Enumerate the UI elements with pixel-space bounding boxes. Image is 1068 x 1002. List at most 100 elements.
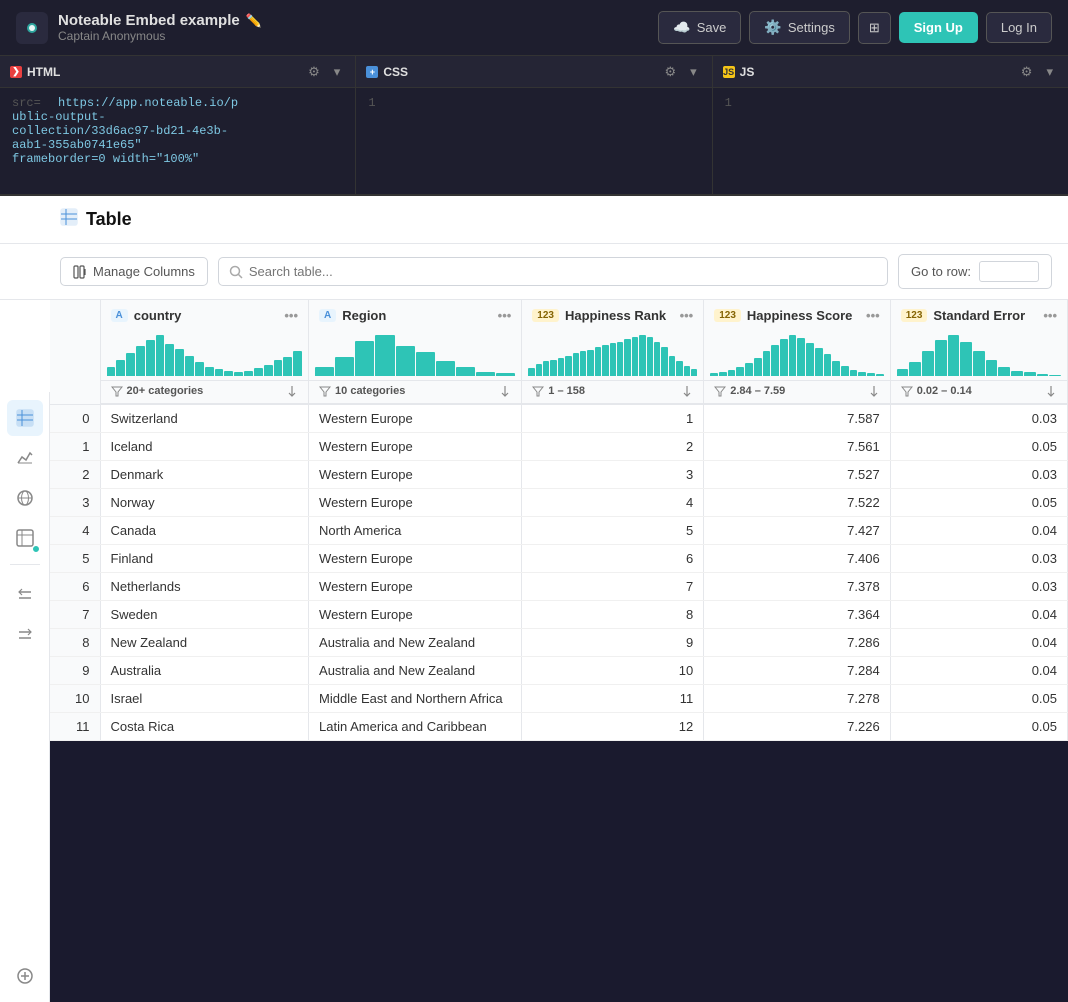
row-country: Switzerland	[100, 405, 309, 433]
rank-type-badge: 123	[532, 309, 559, 322]
sidebar-item-chart[interactable]	[7, 440, 43, 476]
row-region: Latin America and Caribbean	[309, 713, 522, 741]
sidebar-item-globe[interactable]	[7, 480, 43, 516]
collapse-all-button[interactable]	[7, 617, 43, 653]
sidebar-item-data[interactable]	[7, 520, 43, 556]
row-stderr: 0.04	[890, 629, 1067, 657]
search-icon	[229, 265, 243, 279]
row-index: 7	[50, 601, 100, 629]
editor-area: ❯ HTML ⚙ ▾ src= https://app.noteable.io/…	[0, 56, 1068, 196]
table-row[interactable]: 4 Canada North America 5 7.427 0.04	[50, 517, 1068, 545]
row-country: Costa Rica	[100, 713, 309, 741]
table-row[interactable]: 11 Costa Rica Latin America and Caribbea…	[50, 713, 1068, 741]
country-column-header: A country ••• 20+ categories	[100, 300, 309, 405]
sort-icon[interactable]	[286, 385, 298, 397]
region-type-badge: A	[319, 309, 336, 322]
signup-button[interactable]: Sign Up	[899, 12, 978, 43]
css-panel-header: + CSS ⚙ ▾	[356, 56, 711, 88]
country-col-menu[interactable]: •••	[284, 308, 298, 323]
stderr-col-stats: 0.02 – 0.14	[891, 381, 1067, 404]
rank-column-header: 123 Happiness Rank ••• 1 – 158	[522, 300, 704, 405]
row-rank: 5	[522, 517, 704, 545]
row-stderr: 0.05	[890, 489, 1067, 517]
table-row[interactable]: 8 New Zealand Australia and New Zealand …	[50, 629, 1068, 657]
row-stderr: 0.03	[890, 405, 1067, 433]
table-row[interactable]: 10 Israel Middle East and Northern Afric…	[50, 685, 1068, 713]
search-input[interactable]	[249, 264, 877, 279]
filter-icon[interactable]	[111, 385, 123, 397]
settings-button[interactable]: ⚙️ Settings	[749, 11, 849, 44]
save-button[interactable]: ☁️ Save	[658, 11, 741, 44]
grid-button[interactable]: ⊞	[858, 12, 891, 44]
html-dot: ❯	[10, 66, 22, 78]
row-score: 7.378	[704, 573, 890, 601]
region-col-stats: 10 categories	[309, 381, 521, 404]
sidebar-item-table[interactable]	[7, 400, 43, 436]
css-editor-content[interactable]: 1	[356, 88, 711, 194]
login-button[interactable]: Log In	[986, 12, 1052, 43]
row-rank: 3	[522, 461, 704, 489]
html-settings-btn[interactable]: ⚙	[303, 62, 325, 82]
row-stderr: 0.03	[890, 461, 1067, 489]
row-region: Western Europe	[309, 433, 522, 461]
stderr-sort-icon[interactable]	[1045, 385, 1057, 397]
table-row[interactable]: 0 Switzerland Western Europe 1 7.587 0.0…	[50, 405, 1068, 433]
table-row[interactable]: 5 Finland Western Europe 6 7.406 0.03	[50, 545, 1068, 573]
table-row[interactable]: 6 Netherlands Western Europe 7 7.378 0.0…	[50, 573, 1068, 601]
js-dropdown-btn[interactable]: ▾	[1041, 62, 1058, 82]
subtitle-text: Captain Anonymous	[58, 29, 262, 43]
table-row[interactable]: 9 Australia Australia and New Zealand 10…	[50, 657, 1068, 685]
edit-icon[interactable]: ✏️	[246, 13, 262, 29]
region-sort-icon[interactable]	[499, 385, 511, 397]
table-toolbar: Manage Columns Go to row:	[0, 244, 1068, 300]
search-box[interactable]	[218, 257, 888, 286]
stderr-stats-text: 0.02 – 0.14	[917, 385, 972, 397]
html-lang-label: HTML	[27, 65, 60, 79]
score-filter-icon[interactable]	[714, 385, 726, 397]
rank-filter-icon[interactable]	[532, 385, 544, 397]
goto-row-input[interactable]	[979, 261, 1039, 282]
row-stderr: 0.04	[890, 517, 1067, 545]
js-editor-content[interactable]: 1	[713, 88, 1068, 194]
row-index: 6	[50, 573, 100, 601]
manage-cols-label: Manage Columns	[93, 264, 195, 279]
row-country: Finland	[100, 545, 309, 573]
row-score: 7.587	[704, 405, 890, 433]
row-rank: 9	[522, 629, 704, 657]
sidebar-add-button[interactable]	[7, 958, 43, 994]
save-label: Save	[697, 20, 727, 35]
region-col-name: Region	[342, 308, 491, 323]
goto-row-label: Go to row:	[911, 264, 971, 279]
stderr-col-menu[interactable]: •••	[1043, 308, 1057, 323]
table-body: 0 Switzerland Western Europe 1 7.587 0.0…	[50, 405, 1068, 741]
html-dropdown-btn[interactable]: ▾	[329, 62, 346, 82]
row-rank: 6	[522, 545, 704, 573]
css-settings-btn[interactable]: ⚙	[659, 62, 681, 82]
stderr-filter-icon[interactable]	[901, 385, 913, 397]
country-type-badge: A	[111, 309, 128, 322]
header-actions: ☁️ Save ⚙️ Settings ⊞ Sign Up Log In	[658, 11, 1052, 44]
logo-area: Noteable Embed example ✏️ Captain Anonym…	[16, 12, 658, 44]
css-dropdown-btn[interactable]: ▾	[685, 62, 702, 82]
collapse-button[interactable]	[7, 577, 43, 613]
manage-columns-button[interactable]: Manage Columns	[60, 257, 208, 286]
html-editor-content[interactable]: src= https://app.noteable.io/p ublic-out…	[0, 88, 355, 194]
table-row[interactable]: 1 Iceland Western Europe 2 7.561 0.05	[50, 433, 1068, 461]
score-col-menu[interactable]: •••	[866, 308, 880, 323]
row-country: New Zealand	[100, 629, 309, 657]
row-country: Canada	[100, 517, 309, 545]
table-row[interactable]: 7 Sweden Western Europe 8 7.364 0.04	[50, 601, 1068, 629]
score-sort-icon[interactable]	[868, 385, 880, 397]
row-index: 4	[50, 517, 100, 545]
region-filter-icon[interactable]	[319, 385, 331, 397]
table-row[interactable]: 2 Denmark Western Europe 3 7.527 0.03	[50, 461, 1068, 489]
table-row[interactable]: 3 Norway Western Europe 4 7.522 0.05	[50, 489, 1068, 517]
row-score: 7.427	[704, 517, 890, 545]
row-rank: 7	[522, 573, 704, 601]
region-col-menu[interactable]: •••	[498, 308, 512, 323]
row-stderr: 0.04	[890, 657, 1067, 685]
rank-col-menu[interactable]: •••	[680, 308, 694, 323]
rank-sort-icon[interactable]	[681, 385, 693, 397]
row-index: 0	[50, 405, 100, 433]
js-settings-btn[interactable]: ⚙	[1016, 62, 1038, 82]
